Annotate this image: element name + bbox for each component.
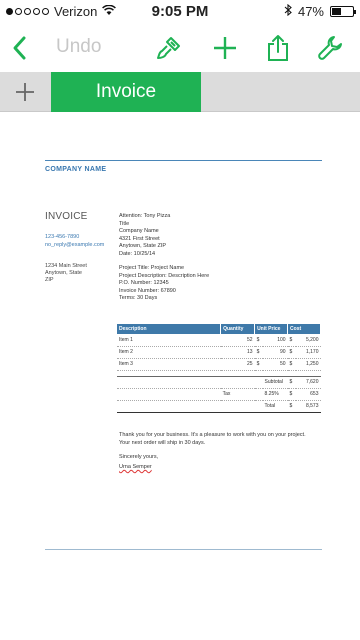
cell-quantity[interactable]: 13	[220, 346, 255, 359]
contact-info: 123-456-7890 no_reply@example.com	[45, 233, 104, 249]
project-line: Terms: 30 Days	[119, 295, 158, 301]
attention-line: Company Name	[119, 228, 159, 234]
cell-cost[interactable]: 1,170	[295, 346, 321, 359]
invoice-title: INVOICE	[45, 211, 88, 222]
attention-line: Date: 10/25/14	[119, 250, 156, 257]
cell-currency[interactable]: $	[254, 358, 263, 371]
cell-quantity[interactable]: 52	[220, 334, 255, 347]
cell-unit-price[interactable]: 100	[262, 334, 288, 347]
cell-currency[interactable]: $	[287, 400, 296, 413]
plus-icon	[16, 83, 34, 101]
format-button[interactable]	[153, 32, 185, 64]
status-bar: Verizon 9:05 PM 47%	[0, 0, 360, 24]
total-row[interactable]: Total $ 8,573	[117, 400, 321, 413]
cell-currency[interactable]: $	[287, 358, 296, 371]
battery-icon	[330, 6, 356, 17]
status-right: 47%	[284, 3, 356, 19]
cell-unit-price[interactable]: 90	[262, 346, 288, 359]
closing-line: Thank you for your business. It's a plea…	[119, 432, 306, 438]
tax-rate[interactable]: 8.25%	[262, 388, 288, 401]
cell-cost[interactable]: 5,200	[295, 334, 321, 347]
back-chevron-icon	[13, 36, 26, 60]
subtotal-row[interactable]: Subtotal $ 7,620	[117, 375, 321, 389]
attention-line: Attention: Tony Pizza	[119, 213, 171, 219]
attention-line: Anytown, State ZIP	[119, 243, 167, 249]
paintbrush-icon	[157, 37, 180, 59]
column-header[interactable]: Unit Price	[254, 324, 289, 334]
cell-currency[interactable]: $	[287, 346, 296, 359]
cell-currency[interactable]: $	[254, 346, 263, 359]
cell-unit-price[interactable]: 50	[262, 358, 288, 371]
project-block: Project Title: Project Name Project Desc…	[119, 265, 209, 303]
project-line: Invoice Number: 67890	[119, 287, 176, 294]
attention-line: 4321 First Street	[119, 235, 160, 242]
company-name: COMPANY NAME	[45, 166, 107, 173]
recipient-block: Attention: Tony Pizza Title Company Name…	[119, 213, 170, 258]
invoice-document: COMPANY NAME INVOICE 123-456-7890 no_rep…	[0, 113, 360, 640]
attention-line: Title	[119, 220, 130, 227]
share-button[interactable]	[262, 32, 294, 64]
table-header: Description Quantity Unit Price Cost	[117, 324, 321, 334]
cell-quantity[interactable]: 25	[220, 358, 255, 371]
closing-message: Thank you for your business. It's a plea…	[119, 431, 306, 461]
closing-line: Your next order will ship in 30 days.	[119, 440, 206, 446]
invoice-table[interactable]: Description Quantity Unit Price Cost Ite…	[117, 324, 321, 413]
footer-rule	[45, 549, 322, 550]
add-sheet-button[interactable]	[0, 72, 50, 112]
table-row[interactable]: Item 3 25 $ 50 $ 1,250	[117, 358, 321, 371]
back-button[interactable]	[4, 32, 36, 64]
tab-invoice[interactable]: Invoice	[51, 72, 201, 112]
cell-description[interactable]: Item 1	[117, 334, 221, 347]
share-icon	[268, 35, 288, 61]
cell-currency[interactable]: $	[287, 375, 296, 389]
phone-number: 123-456-7890	[45, 234, 80, 240]
plus-icon	[214, 37, 236, 59]
tax-label: Tax	[220, 388, 255, 401]
project-line: P.O. Number: 12345	[119, 280, 169, 286]
total-label: Total	[262, 400, 288, 413]
project-line: Project Title: Project Name	[119, 265, 185, 271]
column-header[interactable]: Quantity	[220, 324, 256, 334]
header-rule	[45, 160, 322, 161]
sincerely-text: Sincerely yours,	[119, 454, 159, 460]
cell-description[interactable]: Item 2	[117, 346, 221, 359]
settings-button[interactable]	[314, 32, 346, 64]
address-line: 1234 Main Street	[45, 263, 87, 269]
cell-cost[interactable]: 1,250	[295, 358, 321, 371]
column-header[interactable]: Description	[117, 324, 222, 334]
undo-button[interactable]: Undo	[56, 36, 101, 58]
email-address: no_reply@example.com	[45, 242, 105, 248]
cell-currency[interactable]: $	[287, 388, 296, 401]
add-button[interactable]	[209, 32, 241, 64]
column-header[interactable]: Cost	[287, 324, 321, 334]
cell-currency[interactable]: $	[287, 334, 296, 347]
cell-currency[interactable]: $	[254, 334, 263, 347]
sender-address: 1234 Main Street Anytown, State ZIP	[45, 263, 87, 284]
cell-description[interactable]: Item 3	[117, 358, 221, 371]
signature-name: Urna Semper	[119, 464, 152, 470]
table-row[interactable]: Item 2 13 $ 90 $ 1,170	[117, 346, 321, 359]
toolbar: Undo	[0, 24, 360, 70]
wrench-icon	[318, 36, 342, 60]
address-line: Anytown, State	[45, 270, 82, 276]
table-row[interactable]: Item 1 52 $ 100 $ 5,200	[117, 334, 321, 347]
address-line: ZIP	[45, 277, 54, 283]
tax-value[interactable]: 653	[295, 388, 321, 401]
bluetooth-icon	[284, 3, 292, 19]
battery-percent: 47%	[297, 4, 324, 19]
tax-row[interactable]: Tax 8.25% $ 653	[117, 388, 321, 401]
project-line: Project Description: Description Here	[119, 272, 210, 279]
sheet-tabs: Invoice	[0, 72, 360, 112]
subtotal-value[interactable]: 7,620	[295, 375, 321, 389]
total-value[interactable]: 8,573	[295, 400, 321, 413]
subtotal-label: Subtotal	[262, 375, 288, 389]
